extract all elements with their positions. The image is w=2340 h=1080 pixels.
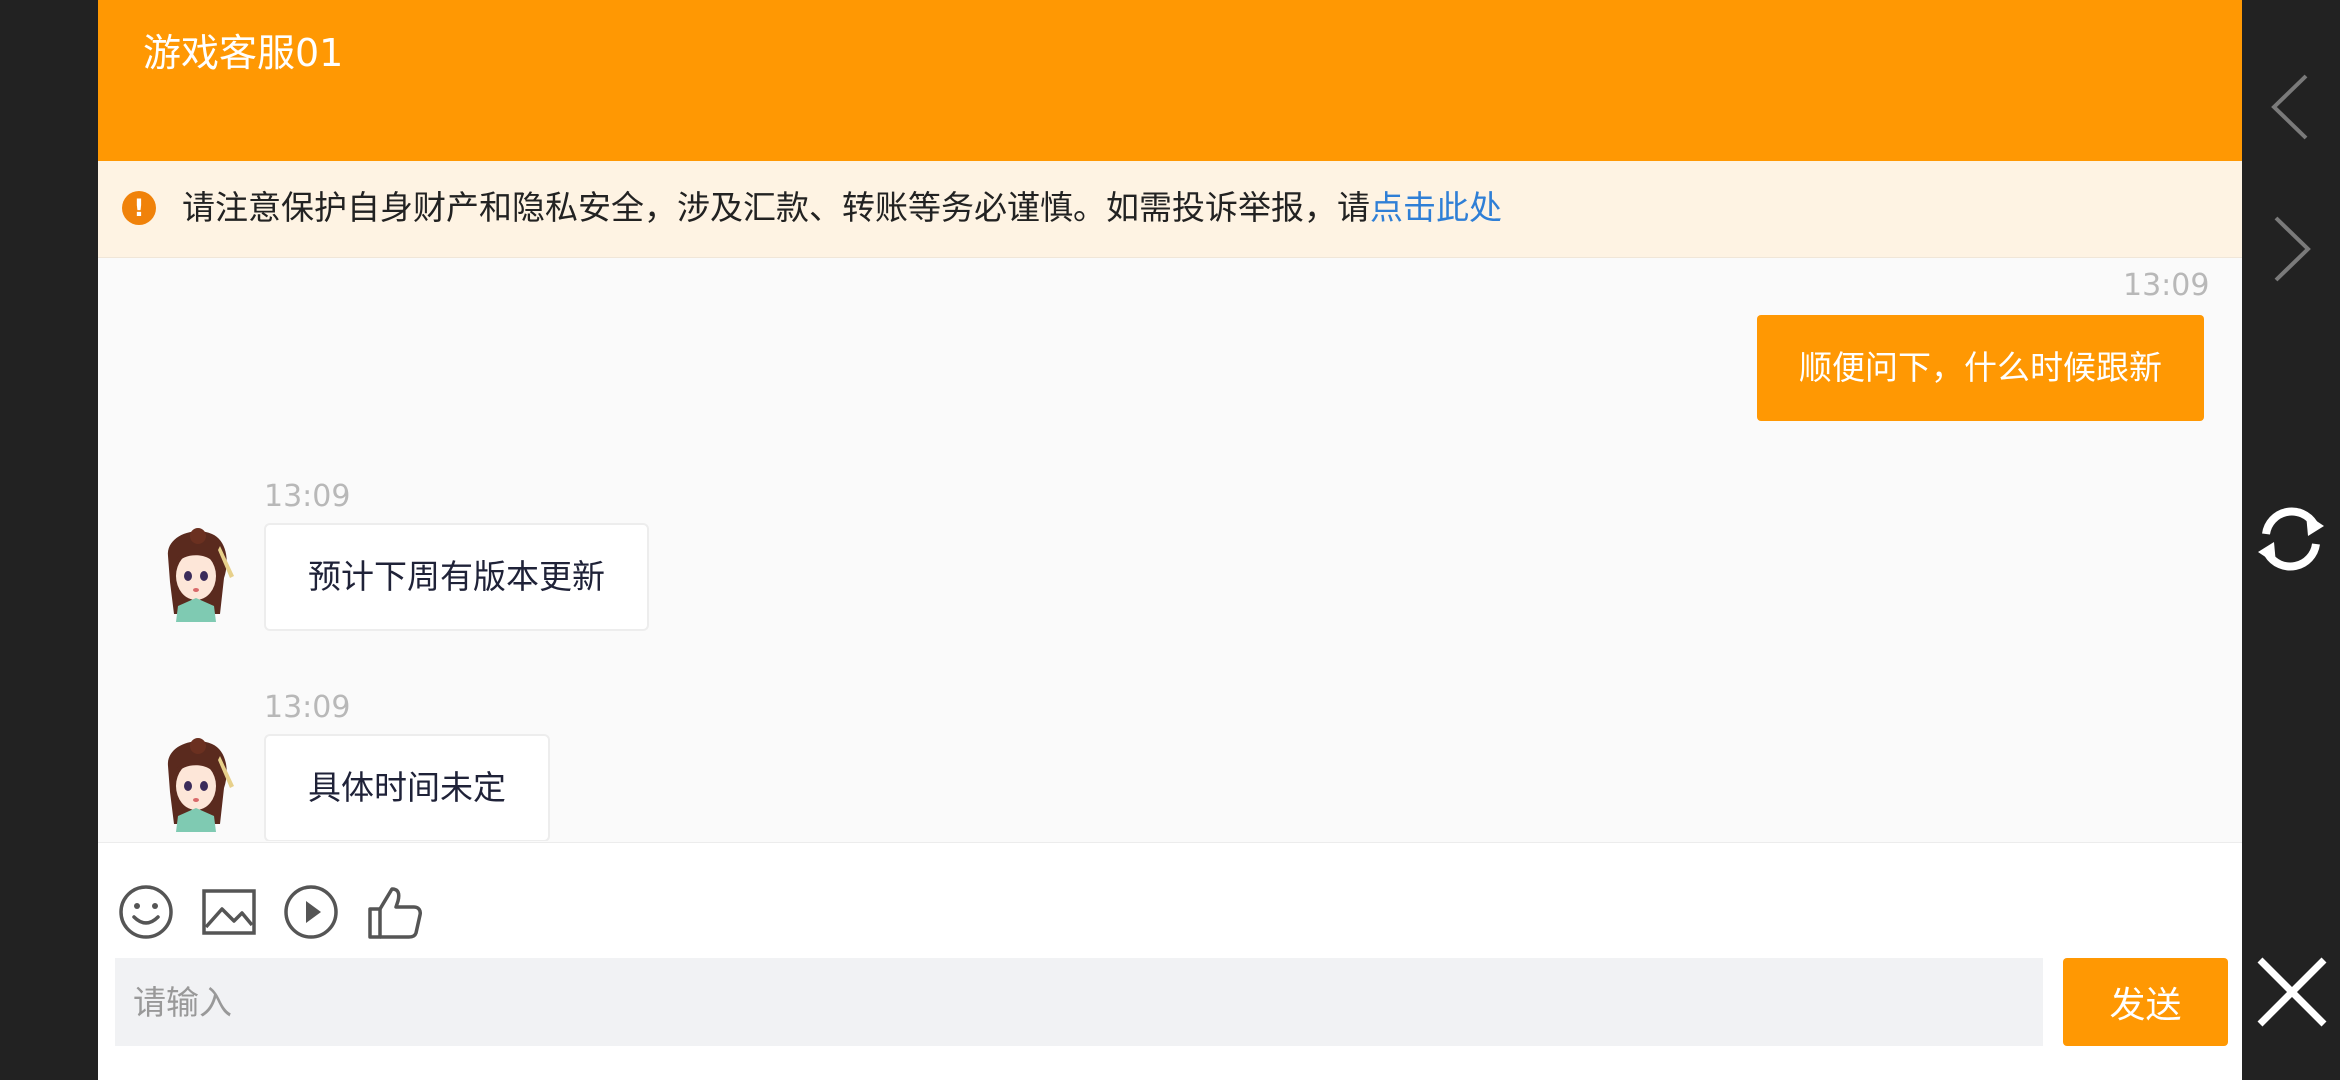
incoming-message-bubble: 预计下周有版本更新: [264, 523, 649, 631]
message-list[interactable]: 13:09 顺便问下，什么时候跟新 13:09 预计下周有版本更新 13:09: [98, 258, 2242, 841]
alert-circle-icon: !: [122, 191, 156, 225]
chat-title: 游戏客服01: [143, 31, 344, 75]
side-rail: [2242, 0, 2340, 1080]
refresh-icon[interactable]: [2252, 500, 2330, 578]
thumbs-up-icon[interactable]: [366, 883, 424, 941]
incoming-message-bubble: 具体时间未定: [264, 734, 550, 841]
outgoing-message-bubble: 顺便问下，什么时候跟新: [1757, 315, 2204, 421]
left-frame: [0, 0, 98, 1080]
chat-header: 游戏客服01: [98, 0, 2242, 161]
agent-avatar[interactable]: [154, 736, 238, 832]
report-link[interactable]: 点击此处: [1370, 188, 1502, 227]
message-input[interactable]: [115, 958, 2043, 1046]
close-icon[interactable]: [2254, 954, 2330, 1030]
emoji-icon[interactable]: [117, 883, 175, 941]
message-text: 顺便问下，什么时候跟新: [1799, 348, 2162, 387]
chevron-right-icon[interactable]: [2266, 214, 2316, 284]
chat-panel: 游戏客服01 ! 请注意保护自身财产和隐私安全，涉及汇款、转账等务必谨慎。如需投…: [98, 0, 2242, 1080]
composer: 发送: [98, 842, 2242, 1080]
send-button[interactable]: 发送: [2063, 958, 2228, 1046]
image-icon[interactable]: [200, 883, 258, 941]
message-time: 13:09: [2123, 268, 2210, 303]
message-text: 具体时间未定: [308, 768, 506, 807]
chevron-left-icon[interactable]: [2266, 72, 2316, 142]
message-time: 13:09: [264, 690, 351, 725]
play-icon[interactable]: [282, 883, 340, 941]
safety-notice: ! 请注意保护自身财产和隐私安全，涉及汇款、转账等务必谨慎。如需投诉举报，请点击…: [98, 161, 2242, 258]
message-text: 预计下周有版本更新: [308, 557, 605, 596]
message-time: 13:09: [264, 479, 351, 514]
agent-avatar[interactable]: [154, 526, 238, 622]
notice-message: 请注意保护自身财产和隐私安全，涉及汇款、转账等务必谨慎。如需投诉举报，请: [182, 188, 1370, 227]
notice-text: 请注意保护自身财产和隐私安全，涉及汇款、转账等务必谨慎。如需投诉举报，请点击此处: [182, 183, 1502, 233]
